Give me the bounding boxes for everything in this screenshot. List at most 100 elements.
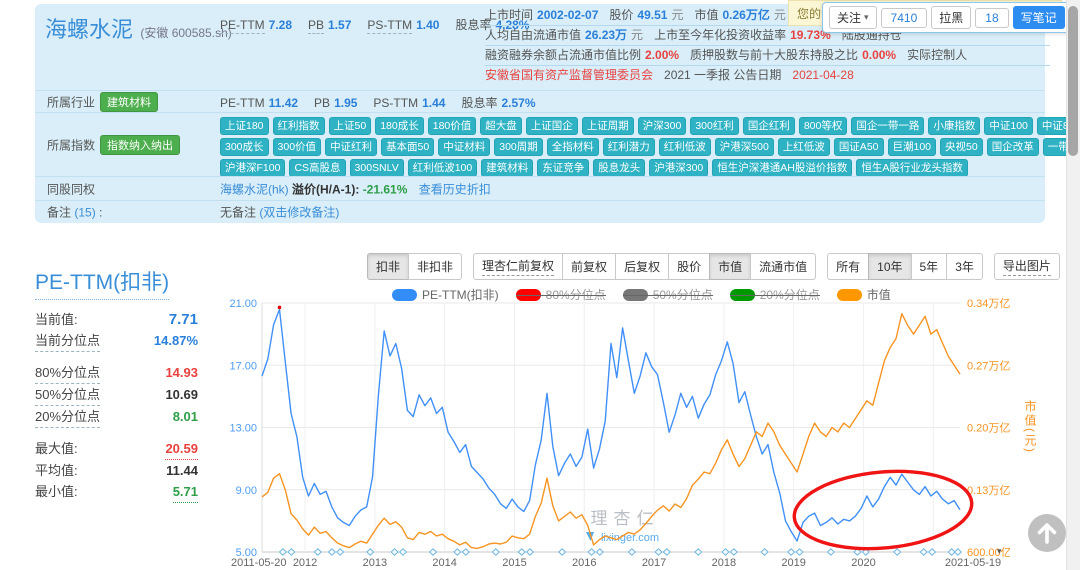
index-tag[interactable]: 恒生A股行业龙头指数 [856,159,968,177]
remark-content[interactable]: 无备注 (双击修改备注) [220,204,339,221]
dividend-marker-icon[interactable] [400,549,407,555]
index-tag[interactable]: 国企红利 [743,117,795,135]
dividend-marker-icon[interactable] [462,549,469,555]
index-tag[interactable]: 基本面50 [381,138,434,156]
index-tag[interactable]: 上证180 [220,117,269,135]
index-tag[interactable]: CS高股息 [289,159,345,177]
dividend-marker-icon[interactable] [314,549,321,555]
dividend-marker-icon[interactable] [391,549,398,555]
index-tag[interactable]: 300周期 [494,138,543,156]
index-tag[interactable]: 建筑材料 [481,159,533,177]
block-button[interactable]: 拉黑 [931,6,971,29]
index-tag[interactable]: 中证红利 [325,138,377,156]
remark-count-link[interactable]: (15) [74,206,95,220]
history-discount-link[interactable]: 查看历史折扣 [419,182,491,196]
index-tag[interactable]: 沪港深300 [649,159,708,177]
index-tag[interactable]: 红利指数 [273,117,325,135]
dividend-marker-icon[interactable] [920,549,927,555]
index-tag[interactable]: 沪港深F100 [220,159,285,177]
follow-button[interactable]: 关注 ▾ [829,6,877,29]
index-tag[interactable]: 全指材料 [547,138,599,156]
dividend-marker-icon[interactable] [492,549,499,555]
toolbar-button[interactable]: 前复权 [562,253,616,280]
toolbar-button[interactable]: 导出图片 [994,253,1060,280]
dividend-marker-icon[interactable] [280,549,287,555]
toolbar-button[interactable]: 流通市值 [750,253,816,280]
dividend-marker-icon[interactable] [894,549,901,555]
toolbar-button[interactable]: 5年 [911,253,948,280]
back-to-top-button[interactable] [1028,514,1066,552]
index-tag[interactable]: 央视50 [940,138,983,156]
follow-count[interactable]: 7410 [881,8,928,28]
index-tag[interactable]: 沪港深500 [715,138,774,156]
dividend-marker-icon[interactable] [454,549,461,555]
dividend-marker-icon[interactable] [761,549,768,555]
index-tag[interactable]: 巨潮100 [888,138,937,156]
legend-item[interactable]: 80%分位点 [516,286,606,303]
index-tag[interactable]: 小康指数 [928,117,980,135]
dividend-marker-icon[interactable] [518,549,525,555]
dividend-marker-icon[interactable] [527,549,534,555]
dividend-marker-icon[interactable] [663,549,670,555]
industry-tag[interactable]: 建筑材料 [100,92,158,112]
dividend-marker-icon[interactable] [629,549,636,555]
dividend-marker-icon[interactable] [367,549,374,555]
index-tag[interactable]: 180价值 [428,117,477,135]
hk-stock-link[interactable]: 海螺水泥(hk) [220,182,289,196]
dividend-marker-icon[interactable] [588,549,595,555]
toolbar-button[interactable]: 后复权 [615,253,669,280]
legend-item[interactable]: 市值 [837,286,891,303]
toolbar-button[interactable]: 非扣非 [408,253,462,280]
index-tag[interactable]: 300成长 [220,138,269,156]
toolbar-button[interactable]: 股价 [668,253,710,280]
index-tag[interactable]: 超大盘 [480,117,522,135]
write-note-button[interactable]: 写笔记 [1013,6,1065,29]
index-tag[interactable]: 180成长 [375,117,424,135]
index-tag[interactable]: 800等权 [799,117,848,135]
index-tag[interactable]: 红利低波 [659,138,711,156]
dividend-marker-icon[interactable] [929,549,936,555]
dividend-marker-icon[interactable] [337,549,344,555]
index-tag[interactable]: 300红利 [690,117,739,135]
toolbar-button[interactable]: 理杏仁前复权 [473,253,563,280]
dividend-marker-icon[interactable] [730,549,737,555]
index-tag[interactable]: 上证周期 [582,117,634,135]
scrollbar-thumb[interactable] [1068,6,1078,156]
index-tag[interactable]: 国企改革 [987,138,1039,156]
index-tag[interactable]: 300SNLV [350,159,404,177]
legend-item[interactable]: 50%分位点 [623,286,713,303]
index-tag[interactable]: 红利潜力 [603,138,655,156]
dividend-marker-icon[interactable] [430,549,437,555]
dividend-marker-icon[interactable] [796,549,803,555]
toolbar-button[interactable]: 扣非 [367,253,409,280]
dividend-marker-icon[interactable] [559,549,566,555]
dividend-marker-icon[interactable] [828,549,835,555]
index-tag[interactable]: 上证50 [329,117,372,135]
index-tag[interactable]: 国证A50 [834,138,884,156]
dividend-marker-icon[interactable] [596,549,603,555]
block-count[interactable]: 18 [975,8,1008,28]
index-tag[interactable]: 恒生沪深港通AH股溢价指数 [712,159,852,177]
index-tag[interactable]: 300价值 [273,138,322,156]
toolbar-button[interactable]: 市值 [709,253,751,280]
dividend-marker-icon[interactable] [955,549,962,555]
index-tag[interactable]: 中证100 [984,117,1033,135]
metric-title[interactable]: PE-TTM(扣非) [35,266,169,300]
toolbar-button[interactable]: 所有 [827,253,869,280]
index-tag[interactable]: 沪深300 [638,117,687,135]
dividend-marker-icon[interactable] [655,549,662,555]
dividend-marker-icon[interactable] [288,549,295,555]
dividend-marker-icon[interactable] [328,549,335,555]
indices-inout-tag[interactable]: 指数纳入纳出 [100,135,180,155]
index-tag[interactable]: 上证国企 [526,117,578,135]
index-tag[interactable]: 中证材料 [438,138,490,156]
index-tag[interactable]: 股息龙头 [593,159,645,177]
index-tag[interactable]: 东证竞争 [537,159,589,177]
toolbar-button[interactable]: 10年 [868,253,911,280]
legend-item[interactable]: 20%分位点 [730,286,820,303]
dividend-marker-icon[interactable] [722,549,729,555]
dividend-marker-icon[interactable] [695,549,702,555]
legend-item[interactable]: PE-TTM(扣非) [392,286,499,303]
toolbar-button[interactable]: 3年 [946,253,983,280]
axis-min-caret-icon[interactable]: ▾ [997,546,1002,557]
